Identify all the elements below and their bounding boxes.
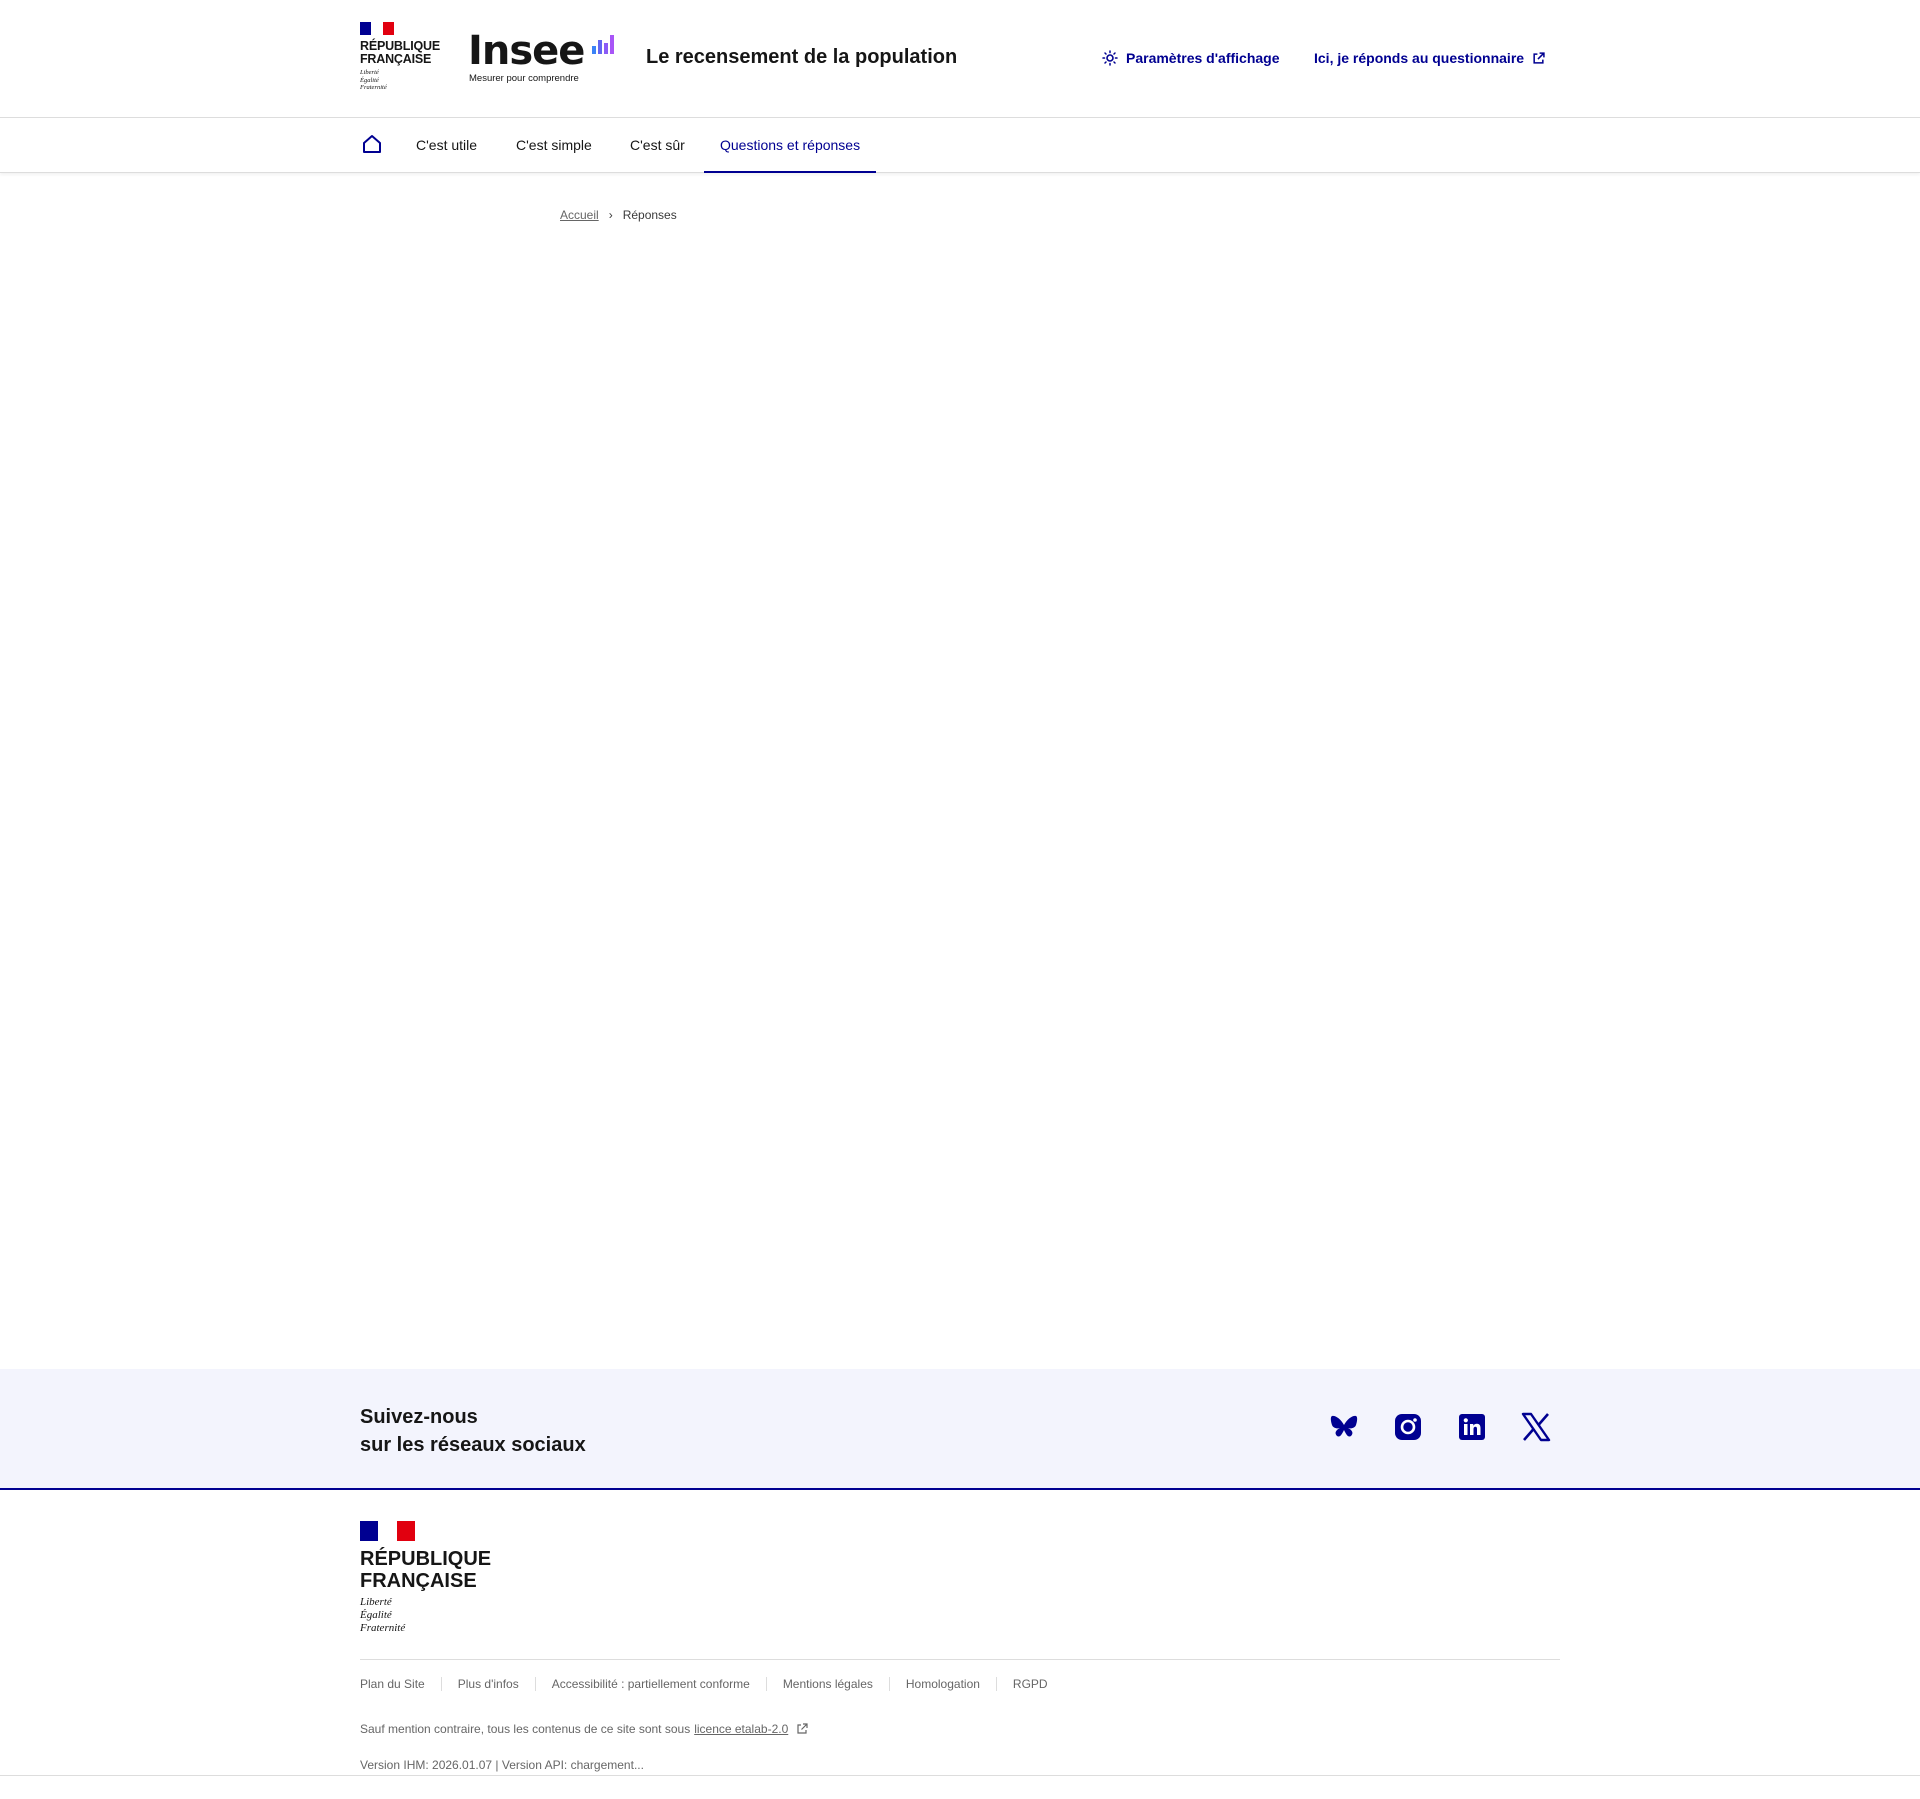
instagram-button[interactable] bbox=[1392, 1411, 1424, 1443]
bluesky-icon bbox=[1330, 1415, 1358, 1437]
republique-motto: Liberté Égalité Fraternité bbox=[360, 69, 387, 91]
nav-item-utile[interactable]: C'est utile bbox=[400, 118, 493, 173]
footer-version: Version IHM: 2026.01.07 | Version API: c… bbox=[360, 1758, 644, 1772]
site-title[interactable]: Le recensement de la population bbox=[646, 46, 957, 69]
republique-francaise-name: RÉPUBLIQUE FRANÇAISE bbox=[360, 39, 440, 66]
social-follow-section: Suivez-nous sur les réseaux sociaux bbox=[0, 1369, 1920, 1490]
display-settings-label: Paramètres d'affichage bbox=[1126, 50, 1280, 66]
footer-link-plan-du-site[interactable]: Plan du Site bbox=[360, 1677, 441, 1691]
footer-divider bbox=[360, 1659, 1560, 1660]
sun-icon bbox=[1102, 50, 1118, 66]
external-link-icon bbox=[797, 1723, 808, 1734]
instagram-icon bbox=[1395, 1414, 1421, 1440]
x-button[interactable] bbox=[1520, 1411, 1552, 1443]
bluesky-button[interactable] bbox=[1328, 1411, 1360, 1443]
answer-questionnaire-label: Ici, je réponds au questionnaire bbox=[1314, 50, 1525, 66]
footer-republique-name: RÉPUBLIQUE FRANÇAISE bbox=[360, 1548, 492, 1592]
nav-home-button[interactable] bbox=[362, 134, 382, 159]
chevron-right-icon: › bbox=[608, 208, 613, 222]
republique-francaise-logo[interactable]: RÉPUBLIQUE FRANÇAISE Liberté Égalité Fra… bbox=[360, 22, 440, 92]
nav-item-questions-reponses[interactable]: Questions et réponses bbox=[704, 118, 877, 173]
footer-republique-logo[interactable]: RÉPUBLIQUE FRANÇAISE Liberté Égalité Fra… bbox=[360, 1521, 491, 1635]
footer-link-rgpd[interactable]: RGPD bbox=[995, 1677, 1064, 1691]
insee-bars-icon bbox=[592, 34, 614, 54]
external-link-icon bbox=[1533, 51, 1545, 64]
license-link[interactable]: licence etalab-2.0 bbox=[694, 1722, 788, 1736]
footer-link-homologation[interactable]: Homologation bbox=[888, 1677, 996, 1691]
footer-republique-motto: Liberté Égalité Fraternité bbox=[360, 1596, 406, 1634]
breadcrumb: Accueil › Réponses bbox=[560, 208, 677, 222]
insee-tagline: Mesurer pour comprendre bbox=[469, 73, 579, 84]
linkedin-icon bbox=[1459, 1414, 1485, 1440]
answer-questionnaire-link[interactable]: Ici, je réponds au questionnaire bbox=[1314, 50, 1545, 66]
footer-link-plus-infos[interactable]: Plus d'infos bbox=[440, 1677, 535, 1691]
breadcrumb-home-link[interactable]: Accueil bbox=[560, 208, 599, 222]
marianne-flag bbox=[360, 22, 394, 35]
nav-item-sur[interactable]: C'est sûr bbox=[614, 118, 701, 173]
bottom-divider bbox=[0, 1775, 1920, 1776]
follow-title: Suivez-nous sur les réseaux sociaux bbox=[360, 1406, 586, 1456]
home-icon bbox=[363, 135, 381, 153]
footer-link-mentions-legales[interactable]: Mentions légales bbox=[765, 1677, 889, 1691]
linkedin-button[interactable] bbox=[1456, 1411, 1488, 1443]
footer-links: Plan du Site Plus d'infos Accessibilité … bbox=[360, 1677, 1064, 1691]
footer-license: Sauf mention contraire, tous les contenu… bbox=[360, 1722, 808, 1736]
insee-logo[interactable]: Insee Mesurer pour comprendre bbox=[468, 30, 618, 84]
breadcrumb-current: Réponses bbox=[622, 208, 677, 222]
nav-item-simple[interactable]: C'est simple bbox=[500, 118, 608, 173]
license-text: Sauf mention contraire, tous les contenu… bbox=[360, 1722, 691, 1736]
footer-marianne-flag bbox=[360, 1521, 415, 1541]
x-icon bbox=[1521, 1412, 1551, 1442]
main-navigation: C'est utile C'est simple C'est sûr Quest… bbox=[0, 118, 1920, 173]
display-settings-button[interactable]: Paramètres d'affichage bbox=[1102, 50, 1280, 66]
site-header: RÉPUBLIQUE FRANÇAISE Liberté Égalité Fra… bbox=[0, 0, 1920, 118]
footer-link-accessibilite[interactable]: Accessibilité : partiellement conforme bbox=[534, 1677, 766, 1691]
